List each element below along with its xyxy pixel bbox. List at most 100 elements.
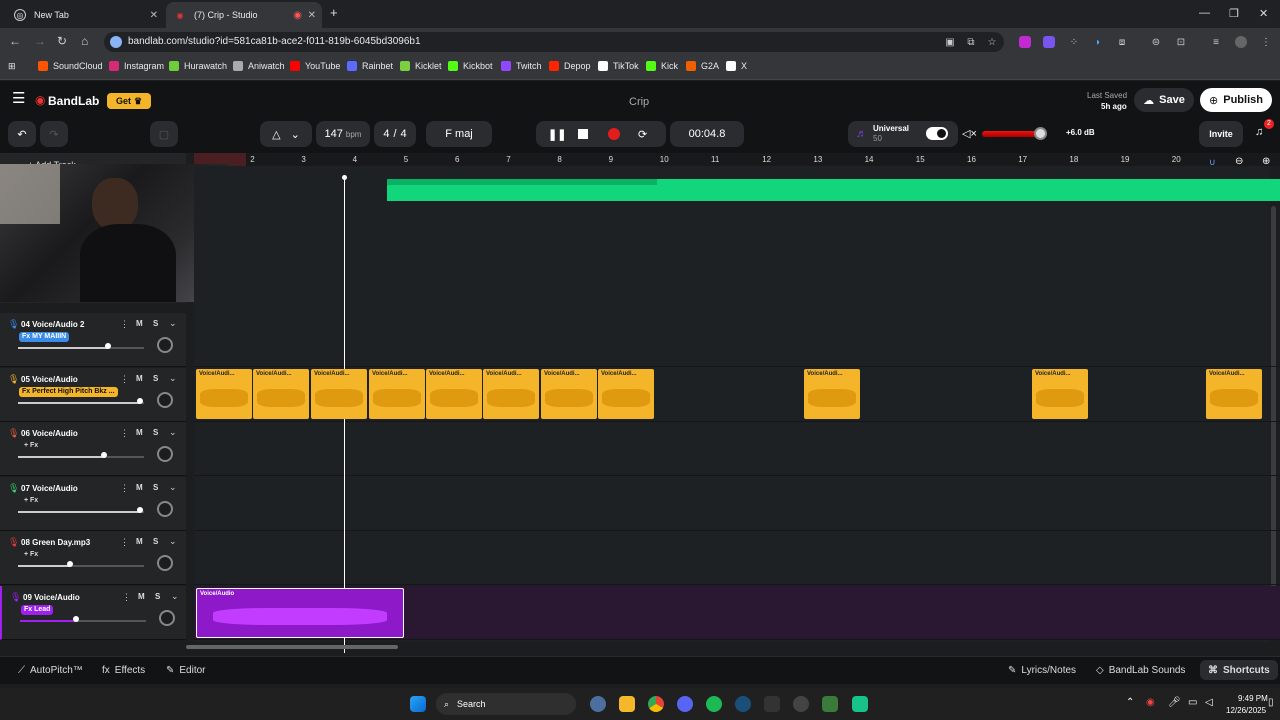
mute-button[interactable]: M [136,374,143,383]
clock-date[interactable]: 12/26/2025 [1226,706,1266,715]
volume-slider[interactable] [18,565,70,567]
image-app-icon[interactable] [822,696,838,712]
pan-knob[interactable] [159,610,175,626]
audio-clip[interactable]: Voice/Audi... [1032,369,1088,419]
track-name[interactable]: 07 Voice/Audio [21,484,78,493]
mute-button[interactable]: M [136,483,143,492]
solo-button[interactable]: S [153,483,158,492]
playhead-handle[interactable] [342,175,347,180]
audio-clip[interactable]: Voice/Audi... [1206,369,1262,419]
clock-time[interactable]: 9:49 PM [1238,694,1268,703]
tempo-field[interactable]: 147 bpm [316,121,370,147]
bandlab-sounds-button[interactable]: ◇ BandLab Sounds [1096,665,1185,676]
shortcuts-button[interactable]: ⌘ Shortcuts [1200,660,1278,680]
bookmark-depop[interactable]: Depop [549,61,591,71]
chevron-down-icon[interactable]: ⌄ [169,482,177,493]
track-lane[interactable] [194,531,1280,585]
notification-icon[interactable]: ▯ [1268,697,1274,708]
track-lane[interactable] [194,477,1280,531]
effects-button[interactable]: fx Effects [102,665,145,676]
bookmark-hurawatch[interactable]: Hurawatch [169,61,227,71]
extensions-puzzle-icon[interactable]: ⧈ [1116,36,1128,48]
kebab-menu-icon[interactable]: ⋮ [120,537,129,548]
pause-icon[interactable]: ❚❚ [548,128,566,141]
minimize-icon[interactable]: — [1199,7,1210,19]
bookmark-x[interactable]: X [726,61,747,71]
epic-games-icon[interactable] [764,696,780,712]
audio-clip[interactable]: Voice/Audi... [541,369,597,419]
kebab-menu-icon[interactable]: ⋮ [120,319,129,330]
extension-icon[interactable] [1019,36,1031,48]
fx-chain-button[interactable]: Fx Perfect High Pitch Bkz ... [19,387,118,397]
fx-chain-button[interactable]: + Fx [21,550,41,560]
mute-button[interactable]: M [136,428,143,437]
track-header[interactable]: 🎙︎ 05 Voice/Audio ⋮ M S ⌄ Fx Perfect Hig… [0,368,186,422]
reading-icon[interactable]: ⊡ [1175,36,1187,48]
new-tab-icon[interactable]: + [330,5,338,20]
loop-icon[interactable]: ⟳ [638,128,647,141]
audio-clip-selected[interactable]: Voice/Audio [196,588,404,638]
chevron-down-icon[interactable]: ⌄ [171,591,179,602]
volume-slider[interactable] [18,511,140,513]
audio-region-green[interactable] [387,179,1280,201]
master-volume-knob[interactable] [1034,127,1047,140]
volume-slider-knob[interactable] [137,398,143,404]
bookmark-rainbet[interactable]: Rainbet [347,61,393,71]
chevron-down-icon[interactable]: ⌄ [169,427,177,438]
invite-button[interactable]: Invite [1199,121,1243,147]
pan-knob[interactable] [157,392,173,408]
mute-button[interactable]: M [138,592,145,601]
fx-chain-button[interactable]: + Fx [21,441,41,451]
bookmark-twitch[interactable]: Twitch [501,61,542,71]
solo-button[interactable]: S [155,592,160,601]
track-name[interactable]: 06 Voice/Audio [21,429,78,438]
solo-button[interactable]: S [153,537,158,546]
extension-icon[interactable] [1043,36,1055,48]
kebab-menu-icon[interactable]: ⋮ [1260,36,1272,48]
bell-icon[interactable]: ♫ [1255,126,1263,138]
fx-chain-button[interactable]: + Fx [21,496,41,506]
network-icon[interactable]: ▭ [1188,697,1197,708]
volume-slider-knob[interactable] [137,507,143,513]
track-header[interactable]: 🎙︎ 08 Green Day.mp3 ⋮ M S ⌄ + Fx [0,531,186,585]
tab-new-tab[interactable]: ◎ New Tab ✕ [6,2,164,28]
chevron-down-icon[interactable]: ⌄ [169,536,177,547]
solo-button[interactable]: S [153,374,158,383]
mute-button[interactable]: M [136,319,143,328]
redo-button[interactable]: ↷ [40,121,68,147]
volume-slider-knob[interactable] [101,452,107,458]
taskbar-search[interactable]: ⌕ Search [436,693,576,715]
track-header[interactable]: 🎙︎ 07 Voice/Audio ⋮ M S ⌄ + Fx [0,477,186,531]
kebab-menu-icon[interactable]: ⋮ [120,374,129,385]
microphone-icon[interactable]: 🎤︎ [1168,697,1181,708]
track-name[interactable]: 05 Voice/Audio [21,375,78,384]
bookmark-star-icon[interactable]: ☆ [986,36,998,48]
track-header[interactable]: 🎙︎ 06 Voice/Audio ⋮ M S ⌄ + Fx [0,422,186,476]
translate-icon[interactable]: ▣ [944,36,956,48]
track-header[interactable]: 🎙︎ 04 Voice/Audio 2 ⋮ M S ⌄ Fx MY MAIIIN [0,313,186,367]
hamburger-menu-icon[interactable]: ☰ [12,91,25,106]
site-info-icon[interactable] [110,36,122,48]
master-volume-slider[interactable] [982,127,1047,140]
app-icon[interactable] [852,696,868,712]
close-icon[interactable]: ✕ [150,10,158,21]
bookmark-instagram[interactable]: Instagram [109,61,164,71]
volume-slider-knob[interactable] [105,343,111,349]
volume-slider[interactable] [20,620,76,622]
audio-clip[interactable]: Voice/Audi... [253,369,309,419]
audio-clip[interactable]: Voice/Audi... [369,369,425,419]
chevron-down-icon[interactable]: ⌄ [169,318,177,329]
bookmark-aniwatch[interactable]: Aniwatch [233,61,285,71]
undo-button[interactable]: ↶ [8,121,36,147]
back-icon[interactable]: ← [9,34,21,48]
solo-button[interactable]: S [153,319,158,328]
track-name[interactable]: 08 Green Day.mp3 [21,538,90,547]
audio-clip[interactable]: Voice/Audi... [196,369,252,419]
key-field[interactable]: F maj [426,121,492,147]
bookmark-youtube[interactable]: YouTube [290,61,340,71]
audio-clip[interactable]: Voice/Audi... [311,369,367,419]
bookmark-tiktok[interactable]: TikTok [598,61,639,71]
apps-grid-icon[interactable]: ⊞ [8,61,16,72]
volume-icon[interactable]: ◁ [1205,697,1213,708]
universal-toggle[interactable] [926,127,948,140]
